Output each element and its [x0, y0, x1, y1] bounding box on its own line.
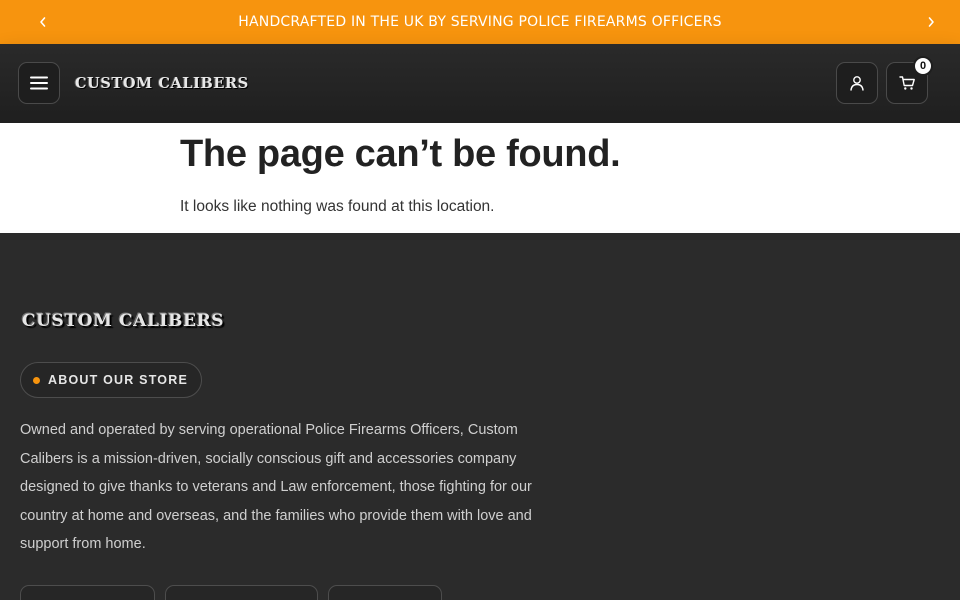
footer-link-button-3[interactable] [328, 585, 442, 600]
announcement-prev-button[interactable] [32, 11, 54, 33]
about-store-label: ABOUT OUR STORE [48, 373, 188, 387]
hamburger-icon [30, 76, 48, 90]
announcement-text: HANDCRAFTED IN THE UK BY SERVING POLICE … [238, 14, 722, 30]
page-title: The page can’t be found. [180, 133, 621, 175]
cart-button[interactable]: 0 [886, 56, 933, 104]
page-subtitle: It looks like nothing was found at this … [180, 198, 495, 215]
site-footer: CUSTOM CALIBERS ABOUT OUR STORE Owned an… [0, 233, 960, 600]
announcement-bar: HANDCRAFTED IN THE UK BY SERVING POLICE … [0, 0, 960, 44]
footer-description: Owned and operated by serving operationa… [20, 422, 532, 553]
site-header: CUSTOM CALIBERS 0 [0, 44, 960, 123]
dot-icon [33, 376, 40, 384]
user-icon [850, 76, 864, 91]
account-button[interactable] [836, 62, 878, 104]
announcement-next-button[interactable] [920, 11, 942, 33]
cart-count-badge: 0 [913, 56, 933, 76]
about-store-badge: ABOUT OUR STORE [20, 362, 202, 398]
site-logo[interactable]: CUSTOM CALIBERS [75, 75, 249, 92]
footer-logo[interactable]: CUSTOM CALIBERS [22, 311, 224, 331]
main-content: The page can’t be found. It looks like n… [0, 123, 960, 233]
footer-link-button-2[interactable] [165, 585, 318, 600]
menu-button[interactable] [18, 62, 60, 104]
footer-link-button-1[interactable] [20, 585, 155, 600]
chevron-left-icon [40, 17, 46, 27]
cart-icon [898, 76, 915, 90]
chevron-right-icon [928, 17, 934, 27]
